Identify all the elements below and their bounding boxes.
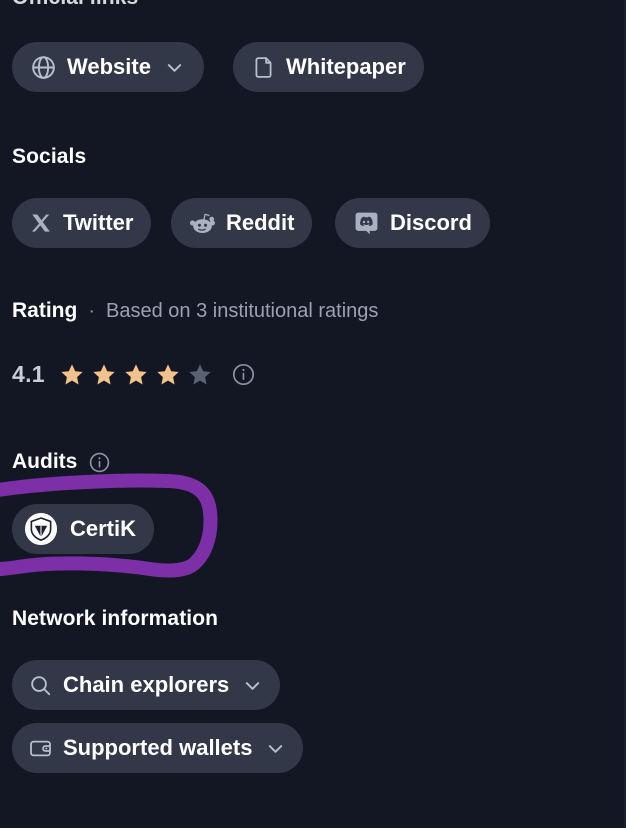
discord-button[interactable]: Discord xyxy=(335,198,490,248)
wallet-icon xyxy=(28,736,53,761)
chain-explorers-button-label: Chain explorers xyxy=(63,672,230,697)
chevron-down-icon xyxy=(264,737,287,760)
rating-stars xyxy=(59,362,213,388)
rating-separator: · xyxy=(88,300,95,322)
rating-heading-row: Rating · Based on 3 institutional rating… xyxy=(12,299,378,323)
website-button-label: Website xyxy=(67,54,151,79)
star-filled-icon xyxy=(93,363,115,384)
audits-info-icon[interactable] xyxy=(88,451,111,474)
audits-heading-row: Audits xyxy=(12,450,111,474)
discord-button-label: Discord xyxy=(390,210,472,235)
star-empty-icon xyxy=(189,363,211,384)
twitter-x-icon xyxy=(30,212,53,235)
globe-icon xyxy=(30,54,57,81)
network-information-heading: Network information xyxy=(12,607,219,630)
rating-heading: Rating xyxy=(12,299,78,322)
twitter-button[interactable]: Twitter xyxy=(12,198,152,248)
rating-info-icon[interactable] xyxy=(231,362,256,387)
reddit-button[interactable]: Reddit xyxy=(171,198,313,248)
certik-audit-button[interactable]: CertiK xyxy=(12,504,155,554)
star-filled-icon xyxy=(157,363,179,384)
reddit-icon xyxy=(189,210,216,237)
socials-heading: Socials xyxy=(12,145,87,168)
document-icon xyxy=(251,55,276,80)
official-links-heading: Official links xyxy=(12,0,138,10)
supported-wallets-button-label: Supported wallets xyxy=(63,735,253,760)
star-filled-icon xyxy=(125,363,147,384)
audits-heading: Audits xyxy=(12,450,78,473)
token-details-panel: Official links Website Whitepaper Social… xyxy=(0,0,626,828)
reddit-button-label: Reddit xyxy=(226,210,295,235)
search-icon xyxy=(28,673,53,698)
supported-wallets-button[interactable]: Supported wallets xyxy=(12,723,304,773)
whitepaper-button[interactable]: Whitepaper xyxy=(233,42,424,92)
chevron-down-icon xyxy=(163,56,186,79)
certik-audit-button-label: CertiK xyxy=(70,516,137,541)
rating-value-row: 4.1 xyxy=(12,361,256,388)
rating-subtitle: Based on 3 institutional ratings xyxy=(106,300,379,322)
website-button[interactable]: Website xyxy=(12,42,204,92)
whitepaper-button-label: Whitepaper xyxy=(286,54,406,79)
chain-explorers-button[interactable]: Chain explorers xyxy=(12,660,281,710)
star-filled-icon xyxy=(61,363,83,384)
certik-logo-icon xyxy=(24,512,58,546)
discord-icon xyxy=(353,210,380,237)
chevron-down-icon xyxy=(241,674,264,697)
rating-score: 4.1 xyxy=(12,361,45,387)
twitter-button-label: Twitter xyxy=(63,210,134,235)
